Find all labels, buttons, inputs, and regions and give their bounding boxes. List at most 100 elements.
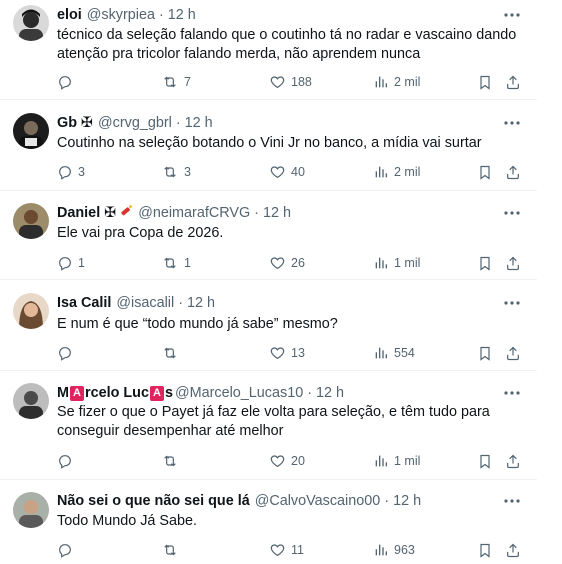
- user-handle[interactable]: @isacalil: [116, 295, 174, 311]
- like-button[interactable]: 26: [269, 253, 305, 273]
- tweet[interactable]: Isa Calil @isacalil · 12 h E num é que “…: [0, 280, 537, 371]
- user-handle[interactable]: @crvg_gbrl: [98, 115, 172, 131]
- retweet-button[interactable]: 1: [161, 253, 191, 273]
- display-name[interactable]: Gb ✠: [57, 115, 93, 131]
- more-icon[interactable]: [503, 114, 521, 132]
- more-icon[interactable]: [503, 294, 521, 312]
- bookmark-button[interactable]: [477, 343, 493, 363]
- user-handle[interactable]: @neimarafCRVG: [138, 205, 250, 221]
- retweet-count: 3: [184, 165, 191, 179]
- separator-dot: ·: [175, 115, 181, 131]
- bookmark-button[interactable]: [477, 451, 493, 471]
- action-bar: 20 1 mil: [49, 451, 529, 471]
- display-name[interactable]: M Arcelo Luc As: [57, 385, 173, 401]
- reply-button[interactable]: 3: [57, 162, 85, 182]
- share-button[interactable]: [505, 253, 521, 273]
- views-button[interactable]: 554: [373, 343, 415, 363]
- tweet-text: Todo Mundo Já Sabe.: [57, 513, 198, 529]
- more-icon[interactable]: [503, 384, 521, 402]
- separator-dot: ·: [384, 493, 390, 509]
- tweet-header: Gb ✠ @crvg_gbrl · 12 h: [57, 113, 497, 133]
- retweet-icon: [161, 345, 179, 361]
- display-name[interactable]: Daniel ✠: [57, 204, 133, 222]
- reply-button[interactable]: [57, 540, 78, 560]
- timestamp[interactable]: 12 h: [185, 115, 213, 131]
- like-count: 11: [291, 543, 304, 557]
- views-icon: [373, 542, 389, 558]
- share-button[interactable]: [505, 162, 521, 182]
- user-handle[interactable]: @skyrpiea: [87, 7, 155, 23]
- views-button[interactable]: 2 mil: [373, 162, 420, 182]
- user-handle[interactable]: @CalvoVascaino00: [255, 493, 381, 509]
- display-name[interactable]: Isa Calil: [57, 295, 111, 311]
- cross-emoji: ✠: [80, 115, 94, 131]
- tweet[interactable]: M Arcelo Luc As @Marcelo_Lucas10 · 12 h Se…: [0, 371, 537, 480]
- share-button[interactable]: [505, 451, 521, 471]
- timestamp[interactable]: 12 h: [263, 205, 291, 221]
- timestamp[interactable]: 12 h: [187, 295, 215, 311]
- share-icon: [505, 74, 521, 91]
- bookmark-button[interactable]: [477, 162, 493, 182]
- tweet-text: E num é que “todo mundo já sabe” mesmo?: [57, 316, 338, 332]
- bookmark-icon: [477, 542, 493, 559]
- bookmark-button[interactable]: [477, 253, 493, 273]
- timestamp[interactable]: 12 h: [316, 385, 344, 401]
- avatar[interactable]: [13, 383, 49, 419]
- avatar[interactable]: [13, 113, 49, 149]
- reply-button[interactable]: [57, 72, 78, 92]
- retweet-button[interactable]: [161, 451, 184, 471]
- tweet[interactable]: Gb ✠ @crvg_gbrl · 12 h Coutinho na seleçã…: [0, 100, 537, 191]
- letter-a-badge: A: [149, 385, 164, 401]
- reply-button[interactable]: [57, 343, 78, 363]
- avatar[interactable]: [13, 492, 49, 528]
- timestamp[interactable]: 12 h: [168, 7, 196, 23]
- views-icon: [373, 255, 389, 271]
- views-button[interactable]: 963: [373, 540, 415, 560]
- display-name[interactable]: Não sei o que não sei que lá: [57, 493, 250, 509]
- tweet-text: Coutinho na seleção botando o Vini Jr no…: [57, 135, 482, 151]
- like-button[interactable]: 20: [269, 451, 305, 471]
- more-icon[interactable]: [503, 492, 521, 510]
- retweet-button[interactable]: [161, 343, 184, 363]
- heart-icon: [269, 74, 286, 90]
- like-button[interactable]: 11: [269, 540, 304, 560]
- views-button[interactable]: 1 mil: [373, 253, 420, 273]
- firecracker-icon: [119, 204, 133, 222]
- views-count: 963: [394, 543, 415, 557]
- reply-icon: [57, 453, 73, 469]
- views-count: 1 mil: [394, 256, 421, 270]
- reply-icon: [57, 164, 73, 180]
- like-button[interactable]: 13: [269, 343, 305, 363]
- avatar[interactable]: [13, 203, 49, 239]
- bookmark-button[interactable]: [477, 540, 493, 560]
- reply-button[interactable]: [57, 451, 78, 471]
- like-button[interactable]: 40: [269, 162, 305, 182]
- share-button[interactable]: [505, 540, 521, 560]
- like-button[interactable]: 188: [269, 72, 312, 92]
- reply-button[interactable]: 1: [57, 253, 85, 273]
- retweet-button[interactable]: [161, 540, 184, 560]
- retweet-button[interactable]: 3: [161, 162, 191, 182]
- more-icon[interactable]: [503, 204, 521, 222]
- tweet[interactable]: Daniel ✠ @neimarafCRVG · 12 h Ele vai pra…: [0, 191, 537, 280]
- avatar[interactable]: [13, 5, 49, 41]
- heart-icon: [269, 255, 286, 271]
- share-icon: [505, 164, 521, 181]
- tweet-header: Isa Calil @isacalil · 12 h: [57, 293, 497, 313]
- tweet-header: eloi @skyrpiea · 12 h: [57, 5, 497, 25]
- display-name[interactable]: eloi: [57, 7, 82, 23]
- share-button[interactable]: [505, 72, 521, 92]
- like-count: 20: [291, 454, 305, 468]
- avatar[interactable]: [13, 293, 49, 329]
- more-icon[interactable]: [503, 6, 521, 24]
- bookmark-button[interactable]: [477, 72, 493, 92]
- retweet-button[interactable]: 7: [161, 72, 191, 92]
- user-handle[interactable]: @Marcelo_Lucas10: [175, 385, 303, 401]
- timestamp[interactable]: 12 h: [393, 493, 421, 509]
- views-button[interactable]: 1 mil: [373, 451, 420, 471]
- tweet[interactable]: eloi @skyrpiea · 12 h técnico da seleção…: [0, 0, 537, 100]
- separator-dot: ·: [254, 205, 259, 221]
- tweet[interactable]: Não sei o que não sei que lá @CalvoVasca…: [0, 480, 537, 564]
- share-button[interactable]: [505, 343, 521, 363]
- views-button[interactable]: 2 mil: [373, 72, 420, 92]
